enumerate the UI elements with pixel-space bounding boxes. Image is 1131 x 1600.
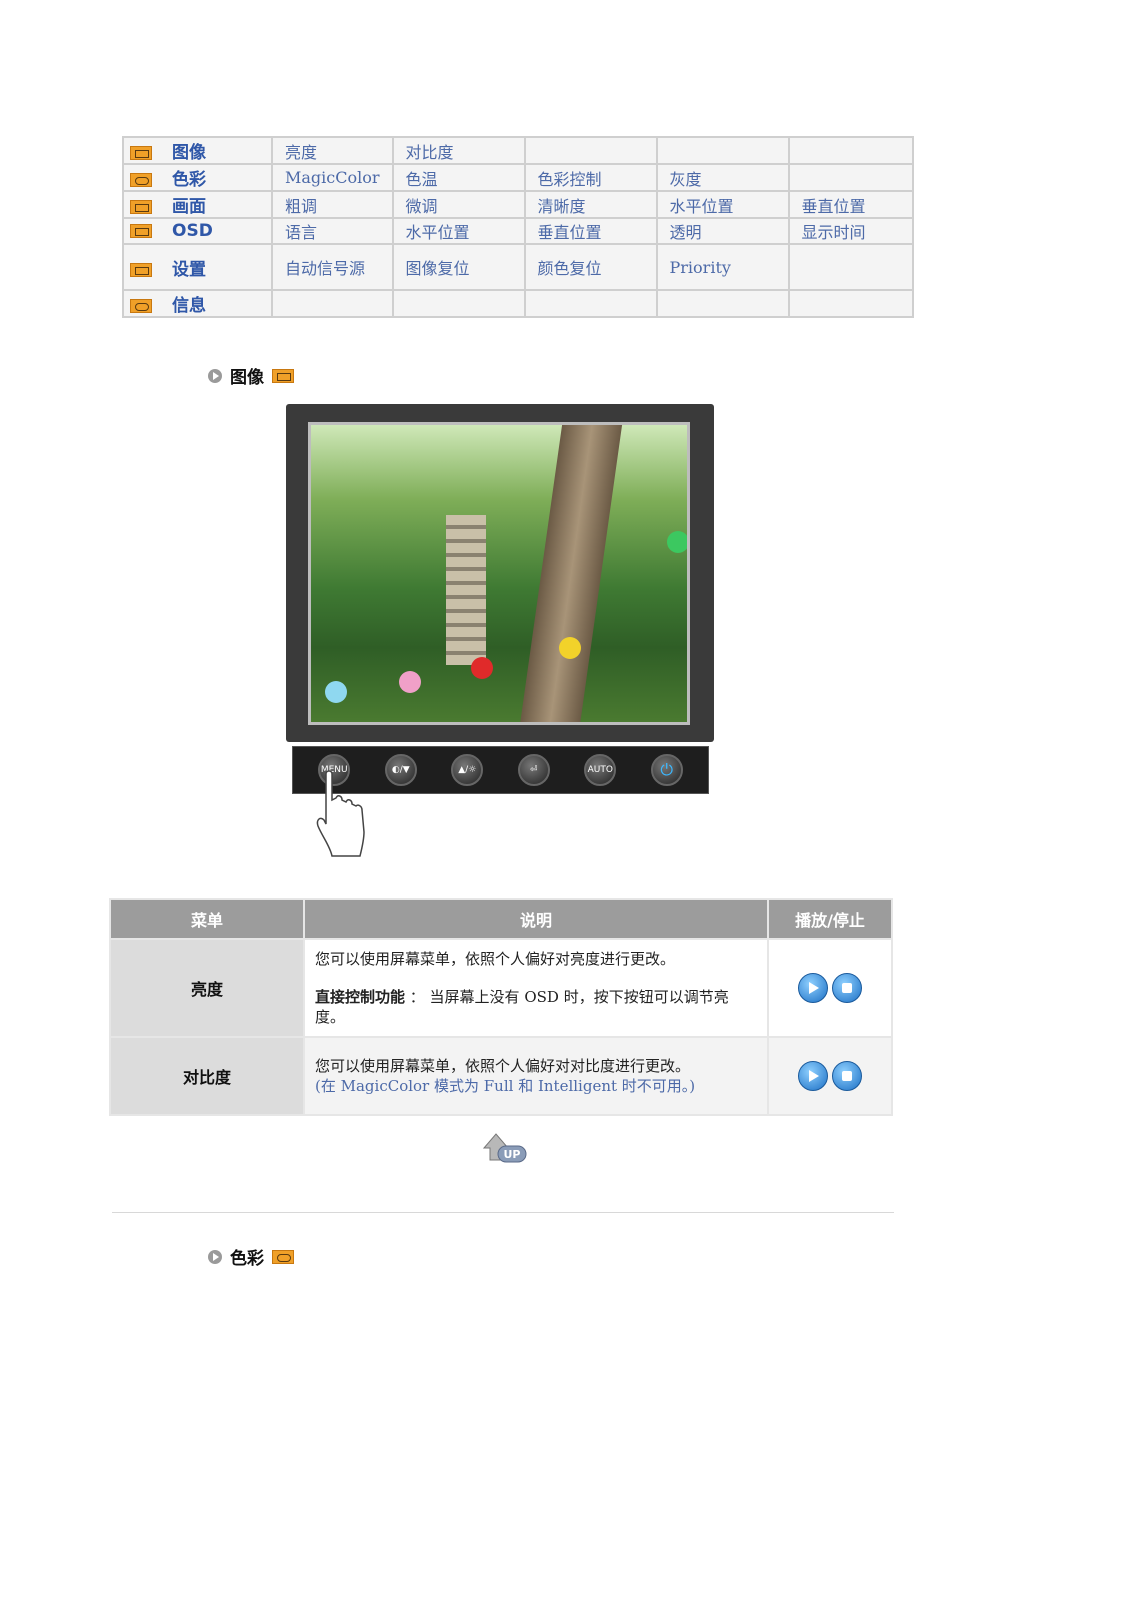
table-header-row: 菜单 说明 播放/停止 (109, 898, 893, 940)
row-menu-contrast: 对比度 (109, 1036, 305, 1116)
description-text: 您可以使用屏幕菜单，依照个人偏好对对比度进行更改。 (315, 1057, 691, 1075)
menu-link-coarse[interactable]: 粗调 (271, 190, 394, 219)
header-description: 说明 (303, 898, 769, 940)
description-note: (在 MagicColor 模式为 Full 和 Intelligent 时不可… (315, 1077, 696, 1095)
menu-link-gamma[interactable]: 灰度 (655, 163, 790, 192)
play-button[interactable] (798, 973, 828, 1003)
menu-row-color: 色彩 MagicColor 色温 色彩控制 灰度 (122, 163, 915, 192)
menu-row-setup: 设置 自动信号源 图像复位 颜色复位 Priority (122, 243, 915, 291)
menu-row-information: 信息 (122, 289, 915, 318)
pagoda-shape (446, 515, 486, 665)
section-heading-color: 色彩 (208, 1244, 294, 1269)
up-label: UP (504, 1148, 521, 1161)
menu-cell-empty (787, 163, 915, 192)
picture-icon (272, 368, 294, 383)
menu-cell-empty (391, 289, 526, 318)
menu-link-osd-v-position[interactable]: 垂直位置 (523, 217, 658, 245)
color-icon (130, 173, 152, 187)
stop-button[interactable] (832, 1061, 862, 1091)
menu-link-contrast[interactable]: 对比度 (391, 136, 526, 165)
category-image[interactable]: 画面 (122, 190, 273, 219)
section-divider (112, 1212, 894, 1213)
menu-link-fine[interactable]: 微调 (391, 190, 526, 219)
back-to-top-button[interactable]: UP (480, 1130, 528, 1166)
menu-link-language[interactable]: 语言 (271, 217, 394, 245)
menu-cell-empty (787, 136, 915, 165)
menu-row-image: 画面 粗调 微调 清晰度 水平位置 垂直位置 (122, 190, 915, 219)
menu-cell-empty (655, 289, 790, 318)
menu-link-color-control[interactable]: 色彩控制 (523, 163, 658, 192)
header-play-stop: 播放/停止 (767, 898, 893, 940)
setup-icon (130, 262, 152, 277)
row-menu-brightness: 亮度 (109, 938, 305, 1038)
color-icon (272, 1249, 294, 1264)
lantern-shape (667, 531, 687, 553)
play-button[interactable] (798, 1061, 828, 1091)
arrow-bullet-icon (208, 368, 222, 383)
row-play-stop (767, 1036, 893, 1116)
row-description: 您可以使用屏幕菜单，依照个人偏好对亮度进行更改。 直接控制功能 ： 当屏幕上没有… (303, 938, 769, 1038)
direct-control-label: 直接控制功能 (315, 988, 406, 1006)
stop-button[interactable] (832, 973, 862, 1003)
menu-row-picture: 图像 亮度 对比度 (122, 136, 915, 165)
menu-cell-empty (523, 136, 658, 165)
picture-icon (130, 146, 152, 160)
enter-button[interactable]: ⏎ (517, 754, 550, 786)
menu-link-image-reset[interactable]: 图像复位 (391, 243, 526, 291)
category-setup[interactable]: 设置 (122, 243, 273, 291)
menu-link-auto-source[interactable]: 自动信号源 (271, 243, 394, 291)
magicbright-button[interactable]: ◐/▼ (384, 754, 417, 786)
menu-link-v-position[interactable]: 垂直位置 (787, 190, 915, 219)
direct-control-text: 直接控制功能 ： 当屏幕上没有 OSD 时，按下按钮可以调节亮度。 (315, 987, 757, 1027)
power-button[interactable]: ⏻ (650, 754, 683, 786)
menu-link-color-reset[interactable]: 颜色复位 (523, 243, 658, 291)
brightness-button[interactable]: ▲/☼ (451, 754, 484, 786)
menu-cell-empty (523, 289, 658, 318)
section-title: 图像 (230, 368, 264, 388)
monitor-screen-photo (308, 422, 690, 725)
menu-row-osd: OSD 语言 水平位置 垂直位置 透明 显示时间 (122, 217, 915, 245)
menu-cell-empty (271, 289, 394, 318)
table-row: 对比度 您可以使用屏幕菜单，依照个人偏好对对比度进行更改。 (在 MagicCo… (109, 1036, 893, 1116)
menu-link-sharpness[interactable]: 清晰度 (523, 190, 658, 219)
arrow-bullet-icon (208, 1249, 222, 1264)
auto-button[interactable]: AUTO (584, 754, 617, 786)
description-table: 菜单 说明 播放/停止 亮度 您可以使用屏幕菜单，依照个人偏好对亮度进行更改。 … (109, 898, 893, 1116)
menu-link-color-tone[interactable]: 色温 (391, 163, 526, 192)
menu-link-magiccolor[interactable]: MagicColor (271, 163, 394, 192)
menu-grid: 图像 亮度 对比度 色彩 MagicColor 色温 色彩控制 灰度 画面 粗调… (122, 136, 915, 318)
category-information[interactable]: 信息 (122, 289, 273, 318)
menu-link-h-position[interactable]: 水平位置 (655, 190, 790, 219)
menu-link-osd-h-position[interactable]: 水平位置 (391, 217, 526, 245)
image-icon (130, 200, 152, 214)
menu-link-transparency[interactable]: 透明 (655, 217, 790, 245)
menu-cell-empty (655, 136, 790, 165)
category-picture[interactable]: 图像 (122, 136, 273, 165)
pointing-hand-icon (316, 770, 365, 857)
section-title: 色彩 (230, 1249, 264, 1269)
menu-link-priority[interactable]: Priority (655, 243, 790, 291)
row-play-stop (767, 938, 893, 1038)
info-icon (130, 299, 152, 313)
category-color[interactable]: 色彩 (122, 163, 273, 192)
header-menu: 菜单 (109, 898, 305, 940)
lantern-shape (559, 637, 581, 659)
menu-link-brightness[interactable]: 亮度 (271, 136, 394, 165)
lantern-shape (325, 681, 347, 703)
menu-cell-empty (787, 243, 915, 291)
monitor-illustration (286, 404, 714, 742)
description-text: 您可以使用屏幕菜单，依照个人偏好对亮度进行更改。 (315, 950, 676, 968)
lantern-shape (471, 657, 493, 679)
category-osd[interactable]: OSD (122, 217, 273, 245)
tree-trunk-shape (518, 425, 624, 722)
osd-icon (130, 224, 152, 238)
menu-cell-empty (787, 289, 915, 318)
menu-link-display-time[interactable]: 显示时间 (787, 217, 915, 245)
table-row: 亮度 您可以使用屏幕菜单，依照个人偏好对亮度进行更改。 直接控制功能 ： 当屏幕… (109, 938, 893, 1038)
row-description: 您可以使用屏幕菜单，依照个人偏好对对比度进行更改。 (在 MagicColor … (303, 1036, 769, 1116)
section-heading-picture: 图像 (208, 363, 294, 388)
lantern-shape (399, 671, 421, 693)
